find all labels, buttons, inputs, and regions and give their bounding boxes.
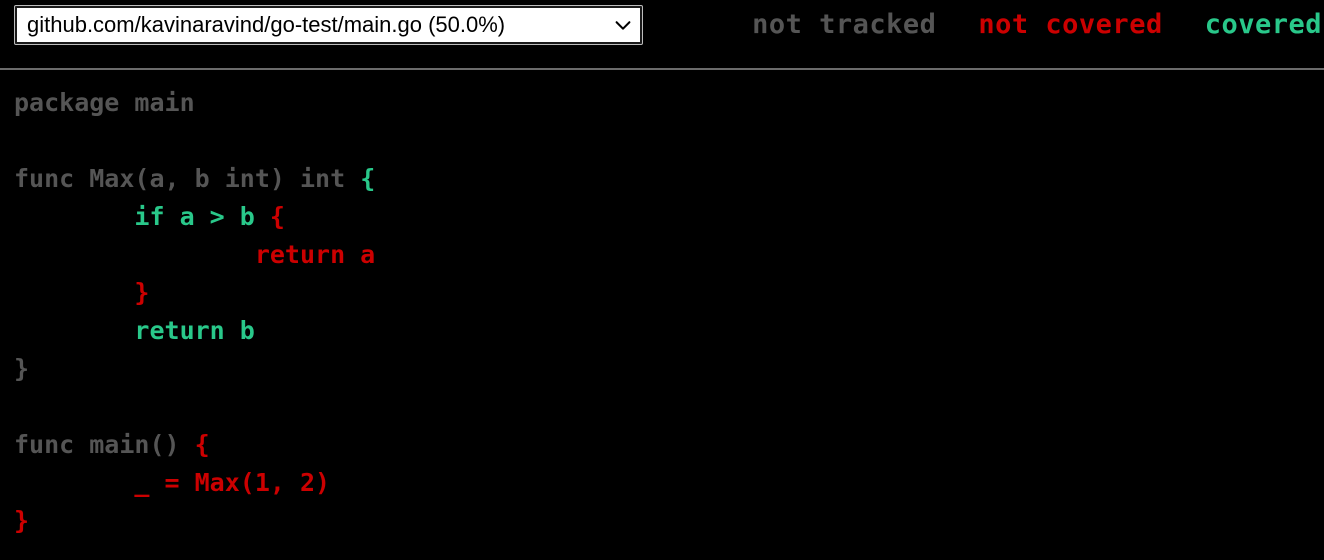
source-code: package main func Max(a, b int) int { if… [14, 84, 1324, 540]
code-token: } [134, 278, 150, 307]
legend-not-tracked: not tracked [752, 9, 937, 40]
code-token: { [360, 164, 376, 193]
code-token: _ = Max(1, 2) [134, 468, 331, 497]
legend-covered: covered [1204, 9, 1322, 40]
chevron-down-icon [615, 21, 631, 30]
code-token: return a [254, 240, 376, 269]
coverage-legend: not tracked not covered covered [752, 6, 1322, 44]
code-token: { [194, 430, 210, 459]
code-token: } [14, 354, 30, 383]
code-token: if a > b [134, 202, 270, 231]
code-token: return b [134, 316, 255, 345]
file-select-label: github.com/kavinaravind/go-test/main.go … [27, 12, 506, 37]
code-token: func main() [14, 430, 195, 459]
code-token: package main [14, 88, 195, 117]
code-token: { [269, 202, 285, 231]
file-select[interactable]: github.com/kavinaravind/go-test/main.go … [15, 6, 642, 44]
code-token: } [14, 506, 30, 535]
code-viewer[interactable]: package main func Max(a, b int) int { if… [0, 70, 1324, 560]
legend-not-covered: not covered [978, 9, 1163, 40]
coverage-toolbar: github.com/kavinaravind/go-test/main.go … [0, 0, 1324, 70]
code-token: func Max(a, b int) int [14, 164, 361, 193]
